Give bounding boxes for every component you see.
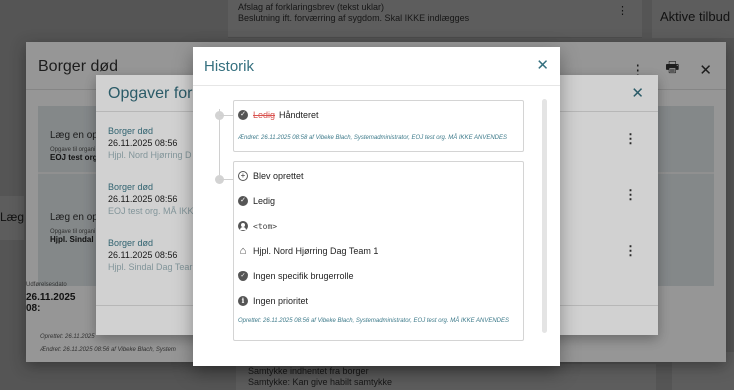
organisation-row: ⌂ Hjpl. Nord Hjørring Dag Team 1 xyxy=(238,243,523,259)
old-status: Ledig xyxy=(253,110,276,120)
history-entry-created: + Blev oprettet ✓ Ledig <tom> ⌂ Hjpl. No… xyxy=(233,161,524,341)
historik-scrollbar[interactable] xyxy=(542,99,547,333)
assignee-value: <tom> xyxy=(253,221,278,231)
entry-changed-text: Ændret: 26.11.2025 08:58 af Vibeke Blach… xyxy=(238,135,508,141)
organisation-value: Hjpl. Nord Hjørring Dag Team 1 xyxy=(253,246,379,256)
historik-divider xyxy=(193,85,560,86)
historik-dialog: Historik ✕ ✓ Ledig Håndteret Ændret: 26.… xyxy=(193,47,560,366)
status-row: ✓ Ledig xyxy=(238,193,523,209)
status-value: Ledig xyxy=(253,196,276,206)
check-circle-icon: ✓ xyxy=(238,110,248,120)
status-change-row: ✓ Ledig Håndteret xyxy=(238,107,523,123)
priority-value: Ingen prioritet xyxy=(253,296,309,306)
created-label: Blev oprettet xyxy=(253,171,304,181)
assignee-row: <tom> xyxy=(238,218,523,234)
role-row: ✓ Ingen specifik brugerrolle xyxy=(238,268,523,284)
created-row: + Blev oprettet xyxy=(238,168,523,184)
historik-title: Historik xyxy=(204,58,255,75)
info-icon: i xyxy=(238,296,248,306)
history-entry-changed: ✓ Ledig Håndteret Ændret: 26.11.2025 08:… xyxy=(233,100,524,152)
shield-icon: ✓ xyxy=(238,271,248,281)
plus-circle-icon: + xyxy=(238,171,248,181)
new-status: Håndteret xyxy=(279,110,319,120)
historik-close-icon[interactable]: ✕ xyxy=(536,56,549,74)
user-icon xyxy=(238,221,248,231)
timeline-connector xyxy=(219,115,234,116)
role-value: Ingen specifik brugerrolle xyxy=(253,271,354,281)
check-circle-icon: ✓ xyxy=(238,196,248,206)
home-icon: ⌂ xyxy=(239,245,247,257)
entry-created-text: Oprettet: 26.11.2025 08:56 af Vibeke Bla… xyxy=(238,318,510,324)
priority-row: i Ingen prioritet xyxy=(238,293,523,309)
timeline-connector xyxy=(219,179,234,180)
